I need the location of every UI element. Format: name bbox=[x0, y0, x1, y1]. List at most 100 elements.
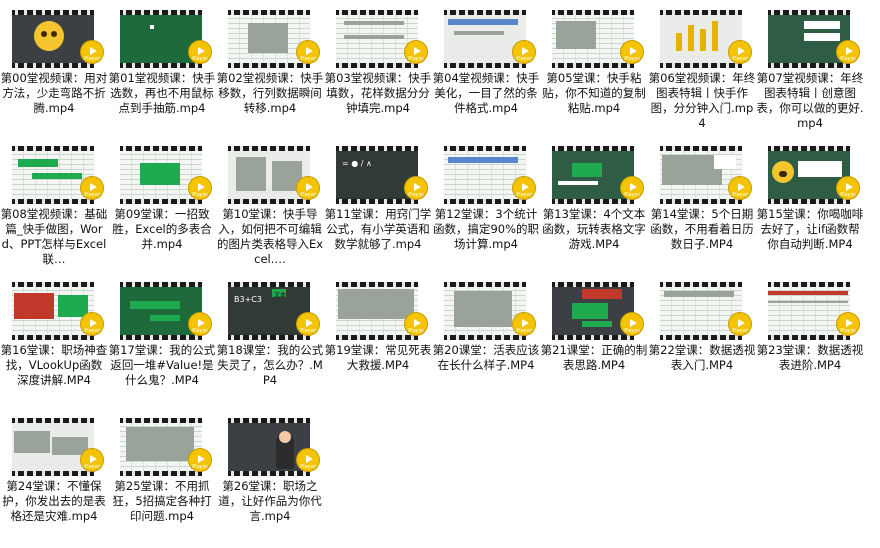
video-file-item[interactable]: Player 第05堂课：快手粘贴，你不知道的复制粘贴.mp4 bbox=[540, 0, 648, 134]
video-file-item[interactable]: Player 第17堂课：我的公式返回一堆#Value!是什么鬼？.MP4 bbox=[108, 272, 216, 406]
file-name-label: 第24堂课：不懂保护，你发出去的是表格还是灾难.mp4 bbox=[2, 479, 106, 523]
video-file-item[interactable]: Player 第25堂课：不用抓狂，5招搞定各种打印问题.mp4 bbox=[108, 408, 216, 542]
player-badge-label: Player bbox=[300, 328, 316, 334]
file-name-label: 第00堂视频课：用对方法，少走弯路不折腾.mp4 bbox=[0, 71, 108, 115]
video-file-item[interactable]: Player 第01堂视频课：快手选数，再也不用鼠标点到手抽筋.mp4 bbox=[108, 0, 216, 134]
thumbnail-shape bbox=[448, 19, 518, 25]
file-name-label: 第10堂课：快手导入，如何把不可编辑的图片类表格导入Excel.… bbox=[216, 207, 324, 266]
thumbnail-shape bbox=[248, 23, 288, 53]
video-file-item[interactable]: Player 第13堂课：4个文本函数，玩转表格文字游戏.MP4 bbox=[540, 136, 648, 270]
play-icon bbox=[629, 182, 637, 191]
file-name-label: 第02堂视频课：快手移数，行列数据瞬间转移.mp4 bbox=[216, 71, 324, 115]
player-badge-label: Player bbox=[84, 192, 100, 198]
video-file-item[interactable]: Player 第22堂课：数据透视表入门.MP4 bbox=[648, 272, 756, 406]
thumbnail-shape bbox=[804, 33, 840, 41]
player-badge-label: Player bbox=[84, 328, 100, 334]
player-badge-label: Player bbox=[300, 192, 316, 198]
video-file-item[interactable]: = ● / ∧ Player 第11堂课：用窍门学公式，有小学英语和数学就够了.mp… bbox=[324, 136, 432, 270]
file-name-label: 第08堂视频课：基础篇_快手做图，Word、PPT怎样与Excel联… bbox=[0, 207, 108, 266]
video-file-item[interactable]: Player 第03堂视频课：快手填数，花样数据分分钟填完.mp4 bbox=[324, 0, 432, 134]
thumbnail-shape bbox=[344, 21, 404, 25]
thumbnail-shape bbox=[582, 289, 622, 299]
play-icon bbox=[305, 454, 313, 463]
player-badge-label: Player bbox=[840, 56, 856, 62]
video-file-item[interactable]: Player 第12堂课：3个统计函数，搞定90%的职场计算.mp4 bbox=[432, 136, 540, 270]
emoji-face-icon bbox=[772, 161, 794, 183]
player-badge-label: Player bbox=[192, 192, 208, 198]
player-badge-label: Player bbox=[516, 328, 532, 334]
thumbnail-shape bbox=[700, 29, 706, 51]
thumbnail-shape bbox=[32, 173, 82, 179]
file-name-label: 第26堂课：职场之道，让好作品为你代言.mp4 bbox=[218, 479, 322, 523]
player-badge-icon: Player bbox=[296, 176, 320, 200]
file-name-label: 第20课堂：活表应该在长什么样子.MP4 bbox=[432, 343, 540, 372]
player-badge-label: Player bbox=[84, 464, 100, 470]
video-file-item[interactable]: Player 第19堂课：常见死表大救援.MP4 bbox=[324, 272, 432, 406]
player-badge-icon: Player bbox=[188, 312, 212, 336]
thumbnail-shape bbox=[150, 315, 180, 321]
thumbnail-shape bbox=[454, 31, 504, 35]
thumbnail-shape bbox=[126, 427, 194, 461]
player-badge-icon: Player bbox=[512, 40, 536, 64]
thumbnail-shape bbox=[558, 181, 598, 185]
video-file-item[interactable]: Player 第00堂视频课：用对方法，少走弯路不折腾.mp4 bbox=[0, 0, 108, 134]
video-file-item[interactable]: Player 第16堂课：职场神查找，VLookUp函数深度讲解.MP4 bbox=[0, 272, 108, 406]
player-badge-icon: Player bbox=[512, 176, 536, 200]
video-file-item[interactable]: Player 第02堂视频课：快手移数，行列数据瞬间转移.mp4 bbox=[216, 0, 324, 134]
play-icon bbox=[737, 318, 745, 327]
video-file-item[interactable]: Player 第20课堂：活表应该在长什么样子.MP4 bbox=[432, 272, 540, 406]
player-badge-label: Player bbox=[624, 192, 640, 198]
video-file-item[interactable]: Player 第07堂视频课：年终图表特辑丨创意图表，你可以做的更好.mp4 bbox=[756, 0, 864, 134]
player-badge-label: Player bbox=[192, 464, 208, 470]
video-file-item[interactable]: Player 第23堂课：数据透视表进阶.MP4 bbox=[756, 272, 864, 406]
player-badge-label: Player bbox=[516, 56, 532, 62]
video-file-item[interactable]: Player 第21课堂：正确的制表思路.MP4 bbox=[540, 272, 648, 406]
player-badge-icon: Player bbox=[728, 312, 752, 336]
video-file-item[interactable]: B3+C3 文本 Player 第18课堂：我的公式失灵了，怎么办？.MP4 bbox=[216, 272, 324, 406]
thumbnail-shape bbox=[714, 155, 736, 169]
player-badge-icon: Player bbox=[188, 176, 212, 200]
play-icon bbox=[629, 318, 637, 327]
play-icon bbox=[413, 182, 421, 191]
player-badge-icon: Player bbox=[80, 448, 104, 472]
file-name-label: 第19堂课：常见死表大救援.MP4 bbox=[324, 343, 432, 372]
player-badge-icon: Player bbox=[80, 40, 104, 64]
presenter-icon bbox=[276, 431, 294, 469]
player-badge-label: Player bbox=[732, 56, 748, 62]
thumbnail-shape bbox=[712, 21, 718, 51]
thumbnail-shape bbox=[338, 289, 414, 319]
player-badge-label: Player bbox=[840, 328, 856, 334]
player-badge-icon: Player bbox=[836, 40, 860, 64]
player-badge-icon: Player bbox=[188, 40, 212, 64]
video-file-item[interactable]: Player 第04堂视频课：快手美化，一目了然的条件格式.mp4 bbox=[432, 0, 540, 134]
thumbnail-text: B3+C3 bbox=[234, 295, 262, 304]
play-icon bbox=[413, 318, 421, 327]
video-file-item[interactable]: Player 第08堂视频课：基础篇_快手做图，Word、PPT怎样与Excel联… bbox=[0, 136, 108, 270]
player-badge-icon: Player bbox=[620, 312, 644, 336]
play-icon bbox=[89, 318, 97, 327]
player-badge-label: Player bbox=[300, 56, 316, 62]
thumbnail-shape bbox=[130, 301, 180, 309]
play-icon bbox=[305, 46, 313, 55]
video-file-item[interactable]: Player 第14堂课：5个日期函数，不用看着日历数日子.MP4 bbox=[648, 136, 756, 270]
player-badge-label: Player bbox=[300, 464, 316, 470]
play-icon bbox=[305, 182, 313, 191]
video-file-grid: Player 第00堂视频课：用对方法，少走弯路不折腾.mp4 Player 第01堂… bbox=[0, 0, 880, 548]
player-badge-icon: Player bbox=[512, 312, 536, 336]
video-file-item[interactable]: Player 第09堂课：一招致胜，Excel的多表合并.mp4 bbox=[108, 136, 216, 270]
play-icon bbox=[197, 46, 205, 55]
video-file-item[interactable]: Player 第06堂视频课：年终图表特辑丨快手作图，分分钟入门.mp4 bbox=[648, 0, 756, 134]
video-file-item[interactable]: Player 第24堂课：不懂保护，你发出去的是表格还是灾难.mp4 bbox=[0, 408, 108, 542]
player-badge-icon: Player bbox=[836, 312, 860, 336]
video-file-item[interactable]: Player 第26堂课：职场之道，让好作品为你代言.mp4 bbox=[216, 408, 324, 542]
thumbnail-shape bbox=[804, 21, 840, 29]
video-file-item[interactable]: Player 第10堂课：快手导入，如何把不可编辑的图片类表格导入Excel.… bbox=[216, 136, 324, 270]
file-name-label: 第09堂课：一招致胜，Excel的多表合并.mp4 bbox=[112, 207, 212, 251]
file-name-label: 第18课堂：我的公式失灵了，怎么办？.MP4 bbox=[216, 343, 324, 387]
play-icon bbox=[89, 46, 97, 55]
player-badge-label: Player bbox=[408, 192, 424, 198]
player-badge-label: Player bbox=[624, 328, 640, 334]
thumbnail-shape bbox=[18, 159, 58, 167]
video-file-item[interactable]: Player 第15堂课：你喝咖啡去好了，让if函数帮你自动判断.MP4 bbox=[756, 136, 864, 270]
player-badge-icon: Player bbox=[404, 312, 428, 336]
